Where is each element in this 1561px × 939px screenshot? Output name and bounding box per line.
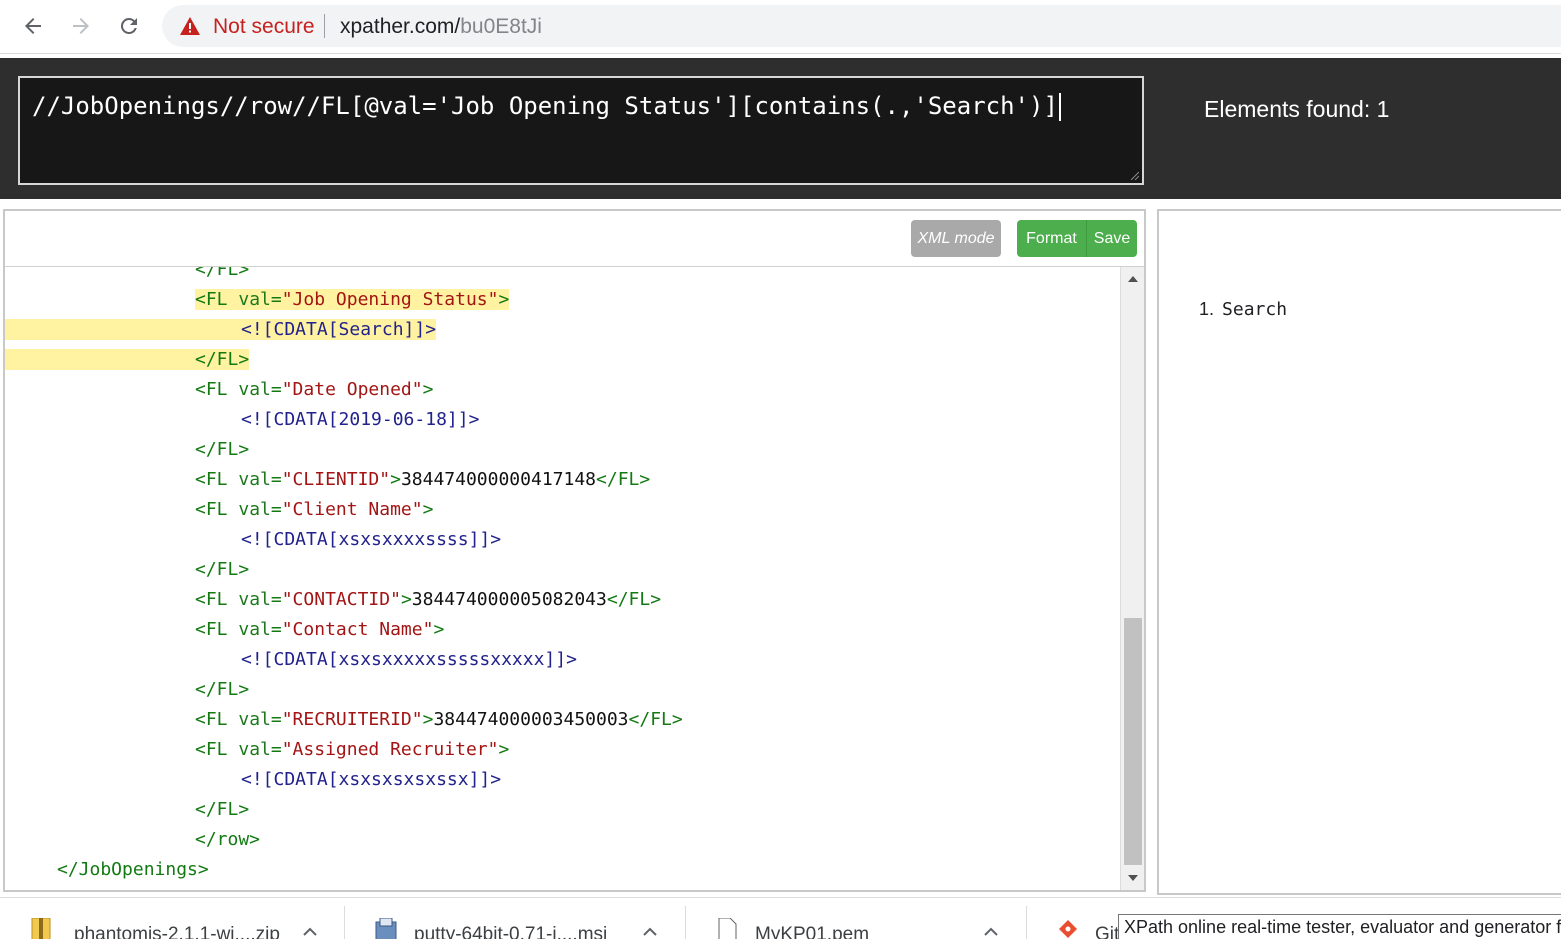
code-text: </FL> <box>195 679 250 700</box>
editor-toolbar: XML mode Format Save <box>5 211 1144 267</box>
editor-scrollbar[interactable] <box>1120 267 1144 890</box>
code-line: <FL val="Job Opening Status"> <box>5 285 1118 315</box>
code-text: <![CDATA[Search]]> <box>241 319 437 340</box>
reload-button[interactable] <box>113 10 145 42</box>
code-text: </FL> <box>195 349 250 370</box>
code-line: <FL val="Client Name"> <box>195 499 434 520</box>
download-filename: Git <box>1095 924 1120 939</box>
arrow-left-icon <box>25 18 41 34</box>
git-icon <box>1059 920 1077 938</box>
scroll-up-button[interactable] <box>1121 269 1144 289</box>
security-label[interactable]: Not secure <box>213 15 315 39</box>
code-line: </FL> <box>5 675 1118 705</box>
save-button[interactable]: Save <box>1087 220 1137 257</box>
attr-value: "Job Opening Status" <box>281 289 499 310</box>
code-line: <FL val="Assigned Recruiter"> <box>195 739 510 760</box>
download-filename: putty-64bit-0.71-i....msi <box>414 924 608 939</box>
elements-found-count: Elements found: 1 <box>1204 96 1390 122</box>
document-file-icon <box>718 918 737 939</box>
reload-icon <box>120 17 137 34</box>
format-save-group: Format Save <box>1017 220 1137 257</box>
chevron-up-icon[interactable] <box>302 926 318 938</box>
code-text: </row> <box>195 829 261 850</box>
xml-code-area[interactable]: </FL> <FL val="Job Opening Status"> <![C… <box>5 267 1118 890</box>
browser-toolbar: Not secure xpather.com/bu0E8tJi <box>0 0 1561 54</box>
code-line: </JobOpenings> <box>5 855 1118 885</box>
highlighted-match: </FL> <box>5 349 250 370</box>
code-line: <![CDATA[Search]]> <box>5 315 1118 345</box>
code-line: </FL> <box>5 267 1118 285</box>
xpath-query-text: //JobOpenings//row//FL[@val='Job Opening… <box>32 92 1058 120</box>
xpath-input[interactable]: //JobOpenings//row//FL[@val='Job Opening… <box>18 76 1144 185</box>
xpath-bar: //JobOpenings//row//FL[@val='Job Opening… <box>0 54 1561 199</box>
text-caret <box>1058 93 1061 121</box>
resize-grip-icon[interactable] <box>1129 170 1139 180</box>
download-item[interactable]: Git <box>1027 898 1127 939</box>
chevron-up-icon[interactable] <box>983 926 999 938</box>
download-item[interactable]: putty-64bit-0.71-i....msi <box>345 898 685 939</box>
code-line: <![CDATA[2019-06-18]]> <box>5 405 1118 435</box>
highlighted-match: <![CDATA[Search]]> <box>5 319 437 340</box>
result-text: Search <box>1222 299 1288 320</box>
code-text: <![CDATA[xsxsxxxxssss]]> <box>241 529 502 550</box>
code-text: </JobOpenings> <box>57 859 209 880</box>
code-text: </FL> <box>195 267 250 280</box>
url-host: xpather.com/ <box>340 15 461 38</box>
code-line: </FL> <box>5 795 1118 825</box>
code-line: <FL val="RECRUITERID">384474000003450003… <box>195 709 683 730</box>
code-line: <FL val="Date Opened"> <box>195 379 434 400</box>
code-text: <![CDATA[2019-06-18]]> <box>241 409 480 430</box>
triangle-down-icon <box>1127 875 1138 881</box>
code-text: </FL> <box>195 559 250 580</box>
result-item[interactable]: 1. Search <box>1199 299 1287 320</box>
url-path: bu0E8tJi <box>460 15 542 38</box>
installer-file-icon <box>375 918 397 939</box>
attr-eq: = <box>270 289 282 310</box>
attr-name: val <box>238 289 271 310</box>
url-text[interactable]: xpather.com/bu0E8tJi <box>340 15 542 39</box>
warning-icon <box>180 17 200 35</box>
zip-file-icon <box>31 918 51 939</box>
scroll-thumb[interactable] <box>1124 618 1142 865</box>
code-text: </FL> <box>195 439 250 460</box>
xml-editor-pane: XML mode Format Save </FL> <FL val="Job … <box>3 209 1146 892</box>
chevron-up-icon[interactable] <box>642 926 658 938</box>
scroll-down-button[interactable] <box>1121 868 1144 888</box>
format-button[interactable]: Format <box>1017 220 1087 257</box>
page-title-tooltip: XPath online real-time tester, evaluator… <box>1118 914 1561 939</box>
download-filename: phantomjs-2.1.1-wi....zip <box>74 924 280 939</box>
code-line: <![CDATA[xsxsxxxxxsssssxxxxx]]> <box>5 645 1118 675</box>
tag-open: <FL <box>195 289 239 310</box>
triangle-up-icon <box>1127 276 1138 282</box>
code-text: <![CDATA[xsxsxsxsxssx]]> <box>241 769 502 790</box>
code-text: </FL> <box>195 799 250 820</box>
url-divider <box>324 14 325 38</box>
download-filename: MyKP01.pem <box>755 924 870 939</box>
code-line: <FL val="Contact Name"> <box>195 619 445 640</box>
code-line: </FL> <box>5 435 1118 465</box>
download-item[interactable]: phantomjs-2.1.1-wi....zip <box>0 898 340 939</box>
code-line: </row> <box>5 825 1118 855</box>
back-button[interactable] <box>17 10 49 42</box>
arrow-right-icon <box>73 18 89 34</box>
highlighted-match: <FL val="Job Opening Status"> <box>195 289 510 310</box>
result-list: 1. Search <box>1199 299 1287 320</box>
result-number: 1. <box>1199 299 1215 319</box>
results-pane: 1. Search <box>1157 209 1561 895</box>
code-line: <FL val="CLIENTID">384474000000417148</F… <box>195 469 651 490</box>
address-bar[interactable]: Not secure xpather.com/bu0E8tJi <box>162 5 1561 47</box>
code-line: </FL> <box>5 345 1118 375</box>
code-line: </FL> <box>5 555 1118 585</box>
code-line: <![CDATA[xsxsxxxxssss]]> <box>5 525 1118 555</box>
forward-button[interactable] <box>65 10 97 42</box>
tag-close: > <box>498 289 510 310</box>
download-item[interactable]: MyKP01.pem <box>686 898 1026 939</box>
code-line: <![CDATA[xsxsxsxsxssx]]> <box>5 765 1118 795</box>
code-text: <![CDATA[xsxsxxxxxsssssxxxxx]]> <box>241 649 577 670</box>
xml-mode-button[interactable]: XML mode <box>911 220 1001 257</box>
code-line: <FL val="CONTACTID">384474000005082043</… <box>195 589 662 610</box>
